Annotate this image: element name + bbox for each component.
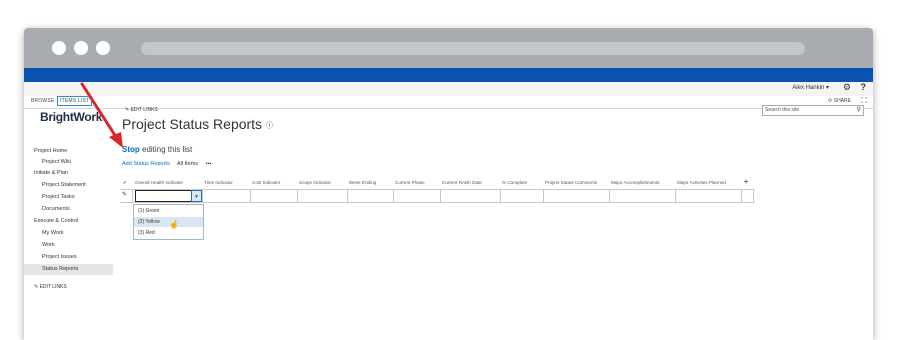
column-header[interactable]: Time Indicator — [204, 178, 233, 187]
stop-editing-link[interactable]: Stop — [122, 145, 140, 154]
add-column-button[interactable]: + — [744, 178, 748, 187]
column-header[interactable]: Week Ending — [349, 178, 376, 187]
site-logo[interactable]: BrightWork — [40, 110, 102, 124]
nav-initiate-plan[interactable]: Initiate & Plan — [24, 168, 113, 179]
address-bar[interactable] — [141, 42, 805, 55]
cell-accomplishments[interactable] — [610, 190, 676, 202]
tab-items[interactable]: ITEMS — [60, 98, 76, 104]
help-icon[interactable]: ? — [861, 82, 867, 92]
info-icon[interactable]: ⓘ — [266, 122, 273, 129]
chevron-down-icon[interactable]: ▼ — [191, 190, 202, 202]
nav-project-statement[interactable]: Project Statement — [24, 180, 113, 191]
select-all-checkmark[interactable]: ✔ — [123, 178, 127, 187]
nav-project-issues[interactable]: Project Issues — [24, 252, 113, 263]
header-edit-links[interactable]: ✎ EDIT LINKS — [125, 107, 158, 113]
nav-edit-links[interactable]: ✎ EDIT LINKS — [34, 284, 67, 290]
editing-status-text: editing this list — [139, 145, 193, 154]
tab-browse[interactable]: BROWSE — [31, 98, 54, 104]
tab-list[interactable]: LIST — [78, 98, 89, 104]
nav-documents[interactable]: Documents — [24, 204, 113, 215]
column-header[interactable]: Major Activities Planned — [677, 178, 726, 187]
cell-activities[interactable] — [676, 190, 742, 202]
cell-status-comments[interactable] — [544, 190, 610, 202]
cell-percent-complete[interactable] — [501, 190, 544, 202]
window-dot[interactable] — [52, 41, 66, 55]
column-header[interactable]: % Complete — [502, 178, 527, 187]
window-dot[interactable] — [96, 41, 110, 55]
column-header[interactable]: Cost Indicator — [252, 178, 280, 187]
search-placeholder: Search this site — [765, 107, 800, 113]
add-status-reports-link[interactable]: Add Status Reports — [122, 161, 170, 167]
nav-status-reports[interactable]: Status Reports — [24, 264, 113, 275]
nav-work[interactable]: Work — [24, 240, 113, 251]
column-header[interactable]: Major Accomplishments — [611, 178, 660, 187]
search-input[interactable]: Search this site ⚲ — [762, 105, 864, 116]
page-title-text: Project Status Reports — [122, 116, 263, 132]
cell-time[interactable] — [203, 190, 251, 202]
user-bar: Alex Hankin ▾ ⚙ ? — [24, 82, 873, 97]
nav-project-wiki[interactable]: Project Wiki — [24, 157, 113, 168]
search-icon[interactable]: ⚲ — [857, 106, 861, 113]
share-label: SHARE — [833, 98, 851, 104]
nav-my-work[interactable]: My Work — [24, 228, 113, 239]
nav-execute-control[interactable]: Execute & Control — [24, 216, 113, 227]
column-header[interactable]: Current Phase — [395, 178, 425, 187]
share-button[interactable]: ⟳ SHARE — [828, 98, 851, 104]
option-green[interactable]: (1) Green — [134, 206, 203, 216]
cell-scope[interactable] — [298, 190, 348, 202]
nav-project-home[interactable]: Project Home — [24, 146, 113, 157]
column-header[interactable]: Scope Indicator — [299, 178, 331, 187]
column-header[interactable]: Project Status Comments — [545, 178, 597, 187]
pointer-cursor-icon: ☝ — [169, 220, 179, 229]
nav-edit-links-label: EDIT LINKS — [39, 284, 67, 290]
tab-items-list[interactable]: ITEMS LIST — [57, 96, 93, 106]
browser-window: Alex Hankin ▾ ⚙ ? BROWSE ITEMS LIST ⟳ SH… — [24, 28, 873, 340]
user-menu[interactable]: Alex Hankin ▾ — [792, 84, 829, 91]
header-edit-links-label: EDIT LINKS — [130, 107, 158, 113]
view-all-items[interactable]: All Items — [177, 161, 198, 167]
column-header[interactable]: Overall Health Indicator — [135, 178, 183, 187]
pencil-icon[interactable]: ✎ — [122, 191, 127, 198]
cell-current-phase[interactable] — [394, 190, 441, 202]
cell-finish-date[interactable] — [441, 190, 501, 202]
gear-icon[interactable]: ⚙ — [843, 82, 851, 93]
option-red[interactable]: (3) Red — [134, 228, 203, 238]
table-row — [120, 189, 754, 203]
pencil-icon: ✎ — [34, 284, 39, 290]
page-title: Project Status Reports ⓘ — [122, 116, 273, 132]
browser-chrome — [24, 28, 873, 68]
suite-bar — [24, 68, 873, 82]
window-dot[interactable] — [74, 41, 88, 55]
cell-extra[interactable] — [742, 190, 754, 202]
more-views-button[interactable]: ••• — [206, 161, 212, 167]
cell-week-ending[interactable] — [348, 190, 394, 202]
health-indicator-input[interactable] — [135, 190, 192, 202]
view-selector: Add Status Reports All Items ••• — [122, 161, 211, 167]
editing-status: Stop editing this list — [122, 145, 192, 154]
share-icon: ⟳ — [828, 98, 833, 104]
column-header[interactable]: Current Finish Date — [442, 178, 482, 187]
nav-project-tasks[interactable]: Project Tasks — [24, 192, 113, 203]
pencil-icon: ✎ — [125, 107, 130, 113]
cell-cost[interactable] — [251, 190, 298, 202]
